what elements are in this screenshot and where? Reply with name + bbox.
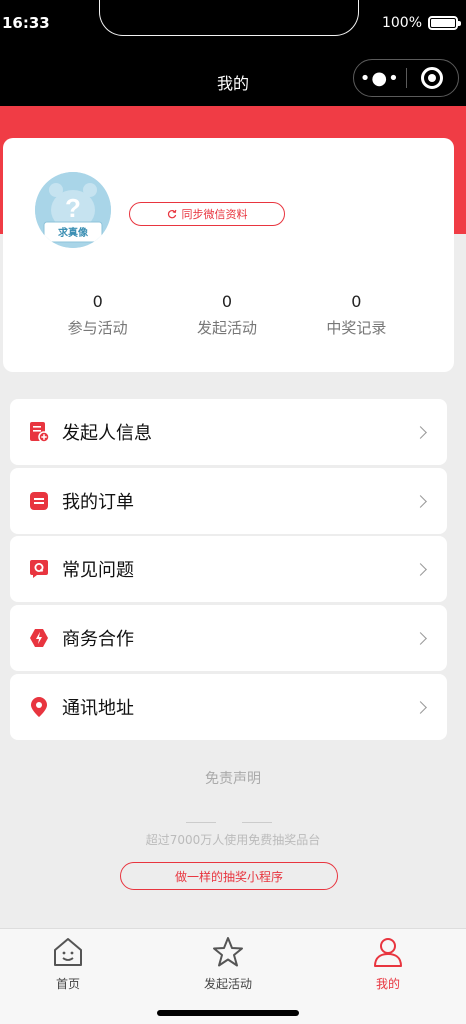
chevron-right-icon: [414, 631, 427, 645]
menu-item-organizer-info[interactable]: 发起人信息: [10, 399, 447, 465]
menu-label: 我的订单: [62, 492, 134, 513]
disclaimer-link[interactable]: 免责声明: [0, 768, 466, 788]
svg-text:?: ?: [65, 193, 81, 223]
battery-icon: [428, 16, 461, 30]
menu-label: 常见问题: [62, 560, 134, 581]
question-bubble-icon: [28, 558, 50, 580]
stat-label: 发起活动: [196, 319, 257, 337]
profile-card: ? 求真像 同步微信资料 0 参与活动 0 发起活动 0 中奖记录: [3, 138, 454, 372]
miniprogram-capsule: •●•: [353, 59, 459, 97]
more-options-icon[interactable]: •●•: [354, 68, 406, 89]
top-bar: 16:33 100% 我的 •●•: [0, 0, 466, 106]
divider-right: [242, 822, 272, 823]
menu-item-address[interactable]: 通讯地址: [10, 674, 447, 740]
document-plus-icon: [28, 421, 50, 443]
users-count-text: 超过7000万人使用免费抽奖品台: [145, 833, 321, 847]
stat-participated[interactable]: 0 参与活动: [33, 292, 162, 338]
close-miniprogram-button[interactable]: [406, 67, 458, 89]
order-list-icon: [28, 490, 50, 512]
chevron-right-icon: [414, 700, 427, 714]
make-same-lottery-button[interactable]: 做一样的抽奖小程序: [120, 862, 338, 890]
sync-label: 同步微信资料: [181, 208, 248, 221]
divider-left: [186, 822, 216, 823]
avatar-caption: 求真像: [58, 228, 88, 239]
stats-row: 0 参与活动 0 发起活动 0 中奖记录: [33, 292, 421, 338]
stat-value: 0: [92, 292, 103, 311]
tab-label: 首页: [55, 977, 80, 991]
device-notch: [99, 0, 359, 36]
tab-label: 我的: [375, 977, 400, 991]
chevron-right-icon: [414, 562, 427, 576]
chevron-right-icon: [414, 425, 427, 439]
stat-label: 中奖记录: [326, 319, 387, 337]
stat-value: 0: [351, 292, 362, 311]
star-icon: [213, 937, 243, 967]
menu-label: 发起人信息: [62, 423, 152, 444]
tab-create[interactable]: 发起活动: [178, 935, 278, 992]
menu-item-business[interactable]: 商务合作: [10, 605, 447, 671]
sync-wechat-profile-button[interactable]: 同步微信资料: [129, 202, 285, 226]
avatar[interactable]: ? 求真像: [35, 172, 111, 248]
tab-home[interactable]: 首页: [18, 935, 118, 992]
stat-value: 0: [221, 292, 233, 311]
refresh-icon: [167, 209, 176, 219]
menu-label: 通讯地址: [62, 698, 134, 719]
battery-status: 100%: [381, 15, 461, 31]
battery-percent: 100%: [381, 15, 422, 31]
stat-winnings[interactable]: 0 中奖记录: [292, 292, 421, 338]
tab-label: 发起活动: [203, 977, 252, 991]
home-icon: [54, 938, 82, 966]
lightning-icon: [28, 627, 50, 649]
tab-mine[interactable]: 我的: [338, 935, 438, 992]
home-indicator: [157, 1010, 299, 1016]
status-time: 16:33: [2, 14, 50, 32]
target-circle-icon: [421, 67, 444, 89]
menu-item-my-orders[interactable]: 我的订单: [10, 468, 447, 534]
stat-label: 参与活动: [67, 319, 128, 337]
user-icon: [374, 938, 402, 967]
chevron-right-icon: [414, 494, 427, 508]
location-pin-icon: [28, 696, 50, 718]
stat-created[interactable]: 0 发起活动: [162, 292, 291, 338]
menu-label: 商务合作: [62, 629, 134, 650]
menu-item-faq[interactable]: 常见问题: [10, 536, 447, 602]
